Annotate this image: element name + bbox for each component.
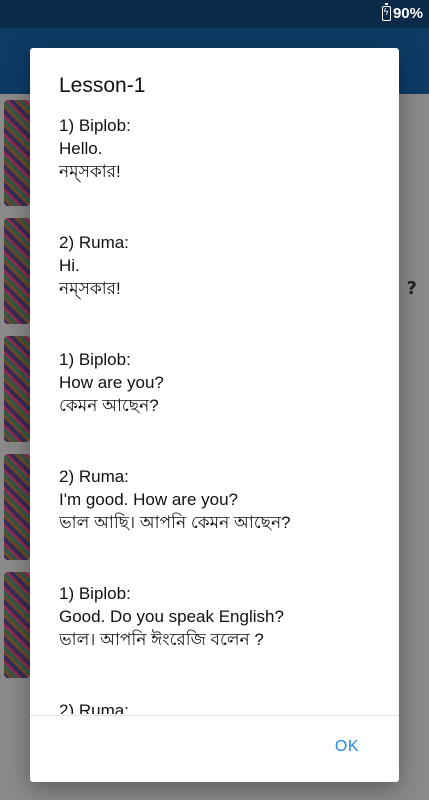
english-text: Hello. bbox=[59, 139, 103, 158]
english-text: How are you? bbox=[59, 373, 164, 392]
bangla-text: নম্সকার! bbox=[59, 279, 121, 298]
lesson-thumbnail bbox=[4, 454, 30, 560]
bangla-text: ভাল আছি। আপনি কেমন আছেন? bbox=[59, 513, 291, 532]
speaker-label: 1) Biplob: bbox=[59, 116, 131, 135]
lesson-thumbnail bbox=[4, 572, 30, 678]
dialog-line: 2) Ruma: bbox=[59, 699, 389, 714]
dialog-line: 1) Biplob: Hello. নম্সকার! bbox=[59, 114, 389, 183]
status-bar: ϟ 90% bbox=[0, 0, 429, 28]
bangla-text: নম্সকার! bbox=[59, 162, 121, 181]
lesson-thumbnail bbox=[4, 100, 30, 206]
speaker-label: 2) Ruma: bbox=[59, 701, 129, 714]
lesson-thumbnail bbox=[4, 336, 30, 442]
ok-button[interactable]: OK bbox=[335, 738, 359, 756]
battery-percent: 90% bbox=[392, 5, 423, 22]
speaker-label: 1) Biplob: bbox=[59, 350, 131, 369]
dialog-title: Lesson-1 bbox=[59, 74, 146, 97]
english-text: I'm good. How are you? bbox=[59, 490, 239, 509]
battery-charging-icon: ϟ bbox=[382, 3, 391, 21]
speaker-label: 2) Ruma: bbox=[59, 467, 129, 486]
english-text: Good. Do you speak English? bbox=[59, 607, 284, 626]
dialog-content[interactable]: 1) Biplob: Hello. নম্সকার! 2) Ruma: Hi. … bbox=[59, 114, 389, 714]
dialog-line: 1) Biplob: Good. Do you speak English? ভ… bbox=[59, 582, 389, 651]
lesson-thumbnail bbox=[4, 218, 30, 324]
speaker-label: 1) Biplob: bbox=[59, 584, 131, 603]
dialog-divider bbox=[30, 715, 399, 716]
background-question-mark: ? bbox=[406, 278, 417, 299]
bangla-text: ভাল। আপনি ঈংরেজি বলেন ? bbox=[59, 630, 264, 649]
dialog-line: 2) Ruma: I'm good. How are you? ভাল আছি।… bbox=[59, 465, 389, 534]
dialog-line: 1) Biplob: How are you? কেমন আছেন? bbox=[59, 348, 389, 417]
dialog-line: 2) Ruma: Hi. নম্সকার! bbox=[59, 231, 389, 300]
lesson-dialog: Lesson-1 1) Biplob: Hello. নম্সকার! 2) R… bbox=[30, 48, 399, 782]
english-text: Hi. bbox=[59, 256, 80, 275]
speaker-label: 2) Ruma: bbox=[59, 233, 129, 252]
bangla-text: কেমন আছেন? bbox=[59, 396, 159, 415]
